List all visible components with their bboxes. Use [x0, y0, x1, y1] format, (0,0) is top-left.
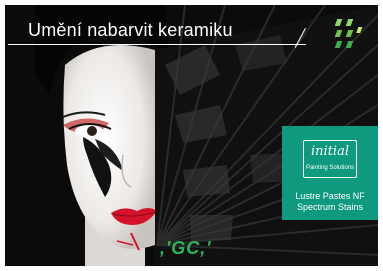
product-line-2: Spectrum Stains — [296, 202, 364, 212]
gc-dots-icon — [334, 19, 363, 48]
initial-logo-tagline: Painting Solutions — [305, 165, 355, 171]
product-line-1: Lustre Pastes NF — [295, 191, 365, 201]
headline: Umění nabarvit keramiku — [28, 20, 233, 40]
initial-logo: initial Painting Solutions — [303, 140, 357, 178]
ad-banner: Umění nabarvit keramiku initial Painting… — [0, 0, 383, 271]
product-card: initial Painting Solutions Lustre Pastes… — [282, 126, 378, 220]
headline-underline — [8, 44, 306, 45]
gc-logo: ,'GC,' — [160, 238, 212, 258]
initial-logo-name: initial — [311, 144, 349, 159]
